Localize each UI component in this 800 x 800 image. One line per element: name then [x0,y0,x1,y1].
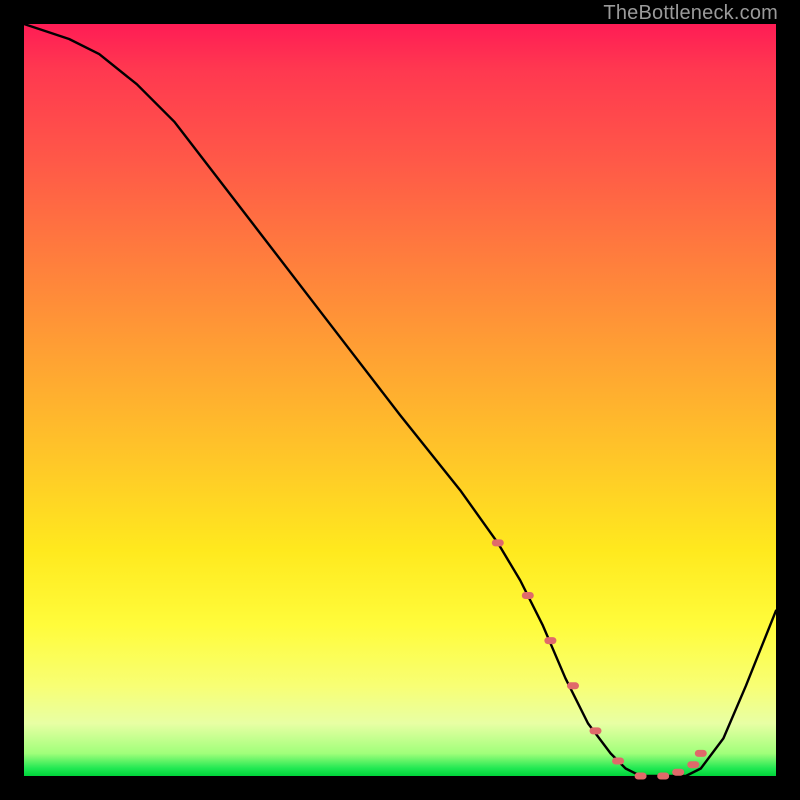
highlight-dot [695,750,707,757]
highlight-dot [657,773,669,780]
highlight-dot [590,727,602,734]
highlight-dot [567,682,579,689]
bottleneck-curve [24,24,776,776]
highlight-dot [612,758,624,765]
highlight-dot [492,539,504,546]
highlight-dot [635,773,647,780]
highlight-dot [687,761,699,768]
highlight-dot [672,769,684,776]
attribution-label: TheBottleneck.com [603,2,778,25]
highlight-dots [492,539,707,779]
plot-area [24,24,776,776]
highlight-dot [544,637,556,644]
chart-svg [24,24,776,776]
highlight-dot [522,592,534,599]
chart-frame: TheBottleneck.com [0,0,800,800]
